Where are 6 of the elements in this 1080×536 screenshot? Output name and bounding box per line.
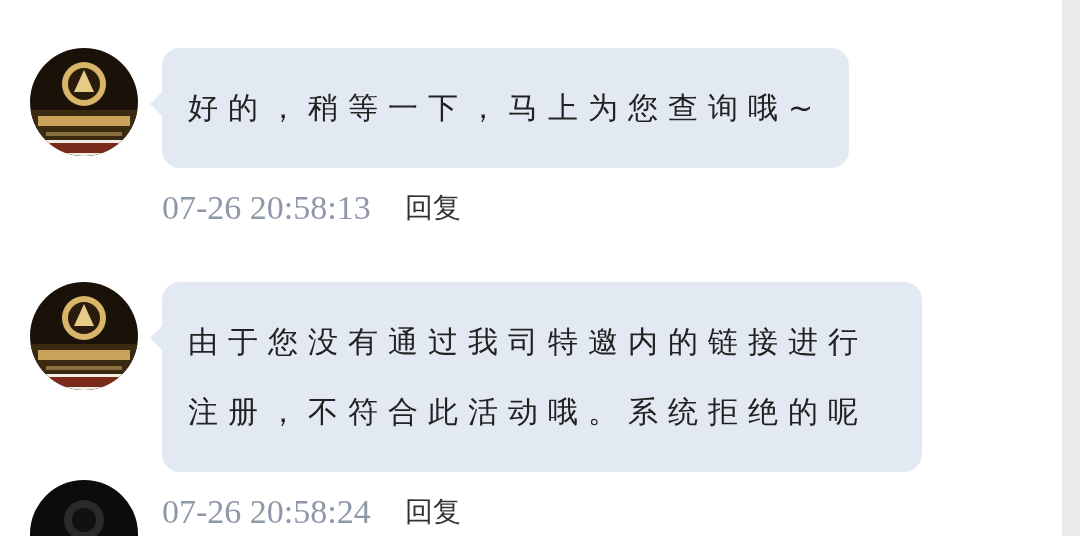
message-text: 好的，稍等一下，马上为您查询哦~ [188,89,824,127]
timestamp: 07-26 20:58:13 [162,189,371,227]
reply-link[interactable]: 回复 [404,189,461,227]
message-text: 由于您没有通过我司特邀内的链接进行注册，不符合此活动哦。系统拒绝的呢 [188,323,869,431]
reply-link[interactable]: 回复 [404,493,461,531]
timestamp: 07-26 20:58:24 [162,493,371,531]
